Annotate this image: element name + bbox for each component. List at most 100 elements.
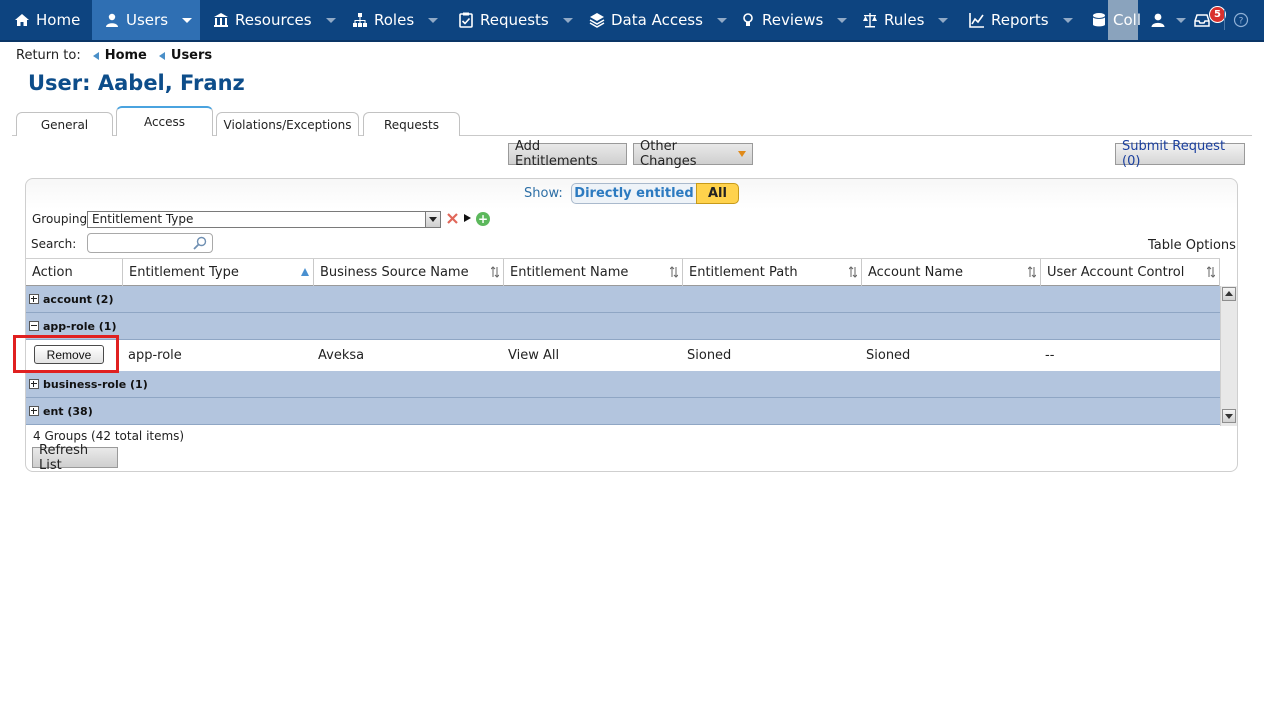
search-icon[interactable] [192, 235, 208, 251]
cell-account-name: Sioned [866, 348, 911, 363]
search-label: Search: [31, 237, 77, 251]
user-profile-icon [1150, 12, 1166, 28]
add-entitlements-label: Add Entitlements [515, 139, 598, 169]
svg-text:?: ? [1239, 17, 1244, 27]
chevron-down-icon [738, 151, 746, 157]
nav-home[interactable]: Home [14, 0, 80, 40]
sort-icon [1028, 266, 1036, 278]
column-header-entitlement-type[interactable]: Entitlement Type [123, 259, 314, 286]
sort-icon [670, 266, 678, 278]
column-header-action: Action [26, 259, 123, 286]
nav-roles-label: Roles [374, 11, 415, 29]
nav-requests[interactable]: Requests [458, 0, 573, 40]
group-row-account[interactable]: account (2) [26, 286, 1220, 313]
nav-reports-label: Reports [991, 11, 1049, 29]
database-icon [1091, 12, 1107, 28]
group-row-app-role[interactable]: app-role (1) [26, 313, 1220, 340]
group-label: app-role (1) [43, 319, 117, 333]
expand-icon[interactable] [29, 406, 39, 416]
nav-reviews-label: Reviews [762, 11, 824, 29]
group-row-ent[interactable]: ent (38) [26, 398, 1220, 425]
add-entitlements-button[interactable]: Add Entitlements [508, 139, 627, 169]
add-grouping-icon[interactable]: + [476, 212, 490, 226]
nav-rules[interactable]: Rules [862, 0, 949, 40]
cell-user-account-control: -- [1045, 348, 1055, 363]
chevron-down-icon [938, 17, 949, 23]
scroll-up-icon[interactable] [1222, 287, 1236, 301]
refresh-list-button[interactable]: Refresh List [32, 443, 118, 473]
nav-rules-label: Rules [884, 11, 925, 29]
apply-grouping-icon[interactable] [464, 214, 471, 222]
collapse-icon[interactable] [29, 321, 39, 331]
expand-icon[interactable] [29, 379, 39, 389]
building-icon [213, 12, 229, 28]
column-header-label: User Account Control [1047, 265, 1185, 280]
column-header-account-name[interactable]: Account Name [862, 259, 1041, 286]
column-header-label: Entitlement Name [510, 265, 629, 280]
column-header-entitlement-path[interactable]: Entitlement Path [683, 259, 862, 286]
show-label: Show: [524, 186, 563, 201]
show-all-toggle[interactable]: All [696, 183, 739, 204]
expand-icon[interactable] [29, 294, 39, 304]
submit-request-button[interactable]: Submit Request (0) [1115, 139, 1245, 169]
top-navigation-bar: Home Users Resources Roles Requests Data… [0, 0, 1264, 42]
tab-access[interactable]: Access [116, 106, 213, 136]
user-icon [104, 12, 120, 28]
help-button[interactable]: ? [1233, 0, 1255, 40]
other-changes-label: Other Changes [640, 139, 697, 169]
home-icon [14, 12, 30, 28]
sort-icon [1207, 266, 1215, 278]
column-header-user-account-control[interactable]: User Account Control [1041, 259, 1220, 286]
show-directly-entitled-toggle[interactable]: Directly entitled [571, 183, 697, 204]
breadcrumb-label: Return to: [16, 48, 81, 63]
arrow-left-icon [92, 51, 99, 60]
other-changes-button[interactable]: Other Changes [633, 139, 753, 169]
nav-roles[interactable]: Roles [352, 0, 439, 40]
column-header-label: Action [32, 265, 73, 280]
grouping-label: Grouping: [32, 212, 92, 226]
column-header-label: Account Name [868, 265, 963, 280]
breadcrumb-link-users[interactable]: Users [171, 48, 212, 63]
chevron-down-icon [182, 17, 193, 23]
layers-icon [589, 12, 605, 28]
scales-icon [862, 12, 878, 28]
tab-general[interactable]: General [16, 112, 113, 136]
clear-grouping-icon[interactable] [446, 212, 459, 225]
submit-request-label: Submit Request (0) [1122, 139, 1226, 169]
table-options-link[interactable]: Table Options [1148, 238, 1236, 253]
sort-icon [491, 266, 499, 278]
column-header-business-source-name[interactable]: Business Source Name [314, 259, 504, 286]
nav-reviews[interactable]: Reviews [740, 0, 848, 40]
group-row-business-role[interactable]: business-role (1) [26, 371, 1220, 398]
grid-body: account (2) app-role (1) Remove app-role… [26, 286, 1220, 426]
nav-reports[interactable]: Reports [969, 0, 1073, 40]
cell-entitlement-type: app-role [128, 348, 182, 363]
nav-resources[interactable]: Resources [213, 0, 336, 40]
clipboard-check-icon [458, 12, 474, 28]
user-menu[interactable] [1150, 0, 1186, 40]
tab-violations-exceptions[interactable]: Violations/Exceptions [216, 112, 359, 136]
nav-requests-label: Requests [480, 11, 549, 29]
group-label: ent (38) [43, 404, 93, 418]
scroll-down-icon[interactable] [1222, 409, 1236, 423]
chevron-down-icon [716, 17, 727, 23]
breadcrumb-link-home[interactable]: Home [105, 48, 147, 63]
nav-data-access[interactable]: Data Access [589, 0, 727, 40]
sort-ascending-icon [301, 268, 309, 276]
column-header-entitlement-name[interactable]: Entitlement Name [504, 259, 683, 286]
nav-users[interactable]: Users [92, 0, 200, 40]
chevron-down-icon [1062, 17, 1073, 23]
arrow-left-icon [158, 51, 165, 60]
tab-requests[interactable]: Requests [363, 112, 460, 136]
page-title: User: Aabel, Franz [28, 71, 245, 95]
table-row: Remove app-role Aveksa View All Sioned S… [26, 340, 1220, 371]
chevron-down-icon [325, 17, 336, 23]
cell-entitlement-path: Sioned [687, 348, 732, 363]
grid-summary: 4 Groups (42 total items) [33, 429, 185, 443]
grid-scrollbar[interactable] [1220, 286, 1237, 426]
nav-coll[interactable]: Coll [1091, 0, 1141, 40]
grouping-select[interactable]: Entitlement Type [87, 211, 441, 228]
nav-home-label: Home [36, 11, 81, 29]
group-label: business-role (1) [43, 377, 148, 391]
inbox-icon [1194, 12, 1210, 28]
